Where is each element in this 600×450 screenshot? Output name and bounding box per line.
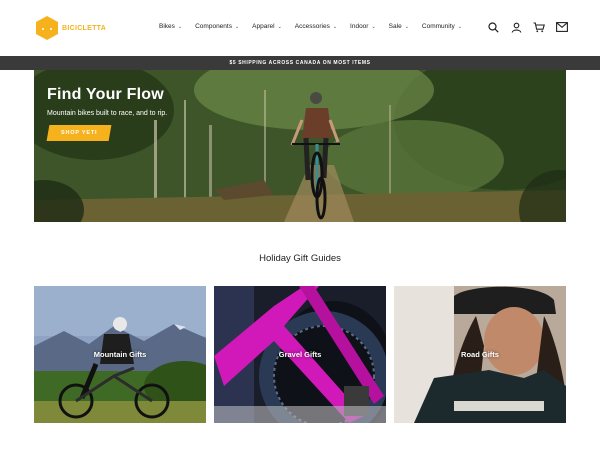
- logo-hex-icon: [36, 16, 58, 40]
- gift-card-road[interactable]: Road Gifts: [394, 286, 566, 423]
- chevron-down-icon: ⌄: [404, 23, 409, 30]
- nav-label: Bikes: [159, 23, 175, 30]
- chevron-down-icon: ⌄: [234, 23, 240, 30]
- brand-name: BICICLETTA: [62, 24, 107, 32]
- hero-title: Find Your Flow: [47, 86, 164, 103]
- road-gifts-label: Road Gifts: [461, 350, 499, 359]
- nav-item-indoor[interactable]: Indoor ⌄: [350, 23, 376, 30]
- nav-item-community[interactable]: Community ⌄: [422, 23, 462, 30]
- chevron-down-icon: ⌄: [457, 23, 462, 30]
- nav-item-apparel[interactable]: Apparel ⌄: [252, 23, 282, 30]
- hero-banner: Find Your Flow Mountain bikes built to r…: [34, 70, 566, 222]
- nav-label: Sale: [388, 23, 402, 30]
- gift-card-gravel[interactable]: Gravel Gifts: [214, 286, 386, 423]
- nav-label: Community: [421, 23, 455, 30]
- chevron-down-icon: ⌄: [371, 23, 376, 30]
- mail-icon[interactable]: [556, 21, 568, 33]
- shipping-banner[interactable]: $5 SHIPPING ACROSS CANADA ON MOST ITEMS: [0, 56, 600, 70]
- gift-guides-heading: Holiday Gift Guides: [259, 253, 341, 264]
- shop-yeti-button[interactable]: SHOP YETI: [46, 125, 112, 141]
- search-icon[interactable]: [487, 21, 499, 33]
- header-icons: [487, 21, 568, 33]
- main-nav: Bikes ⌄ Components ⌄ Apparel ⌄ Accessories ⌄…: [159, 23, 475, 30]
- nav-label: Components: [195, 23, 232, 30]
- nav-item-sale[interactable]: Sale ⌄: [389, 23, 409, 30]
- chevron-down-icon: ⌄: [177, 23, 183, 30]
- account-icon[interactable]: [510, 21, 522, 33]
- mountain-gifts-label: Mountain Gifts: [93, 350, 147, 359]
- nav-label: Indoor: [350, 23, 369, 30]
- hero-subtitle: Mountain bikes built to race, and to rip…: [47, 110, 168, 117]
- shop-yeti-label: SHOP YETI: [60, 130, 98, 136]
- nav-label: Apparel: [252, 23, 275, 30]
- cart-icon[interactable]: [533, 21, 545, 33]
- gravel-gifts-label: Gravel Gifts: [278, 350, 322, 359]
- nav-label: Accessories: [294, 23, 330, 30]
- site-header: BICICLETTA Bikes ⌄ Components ⌄ Apparel ⌄ A…: [0, 0, 600, 56]
- nav-item-components[interactable]: Components ⌄: [195, 23, 239, 30]
- chevron-down-icon: ⌄: [332, 23, 338, 30]
- chevron-down-icon: ⌄: [277, 23, 282, 30]
- brand-logo[interactable]: BICICLETTA: [35, 15, 106, 41]
- nav-item-accessories[interactable]: Accessories ⌄: [295, 23, 337, 30]
- gift-card-mountain[interactable]: Mountain Gifts: [34, 286, 206, 423]
- nav-item-bikes[interactable]: Bikes ⌄: [159, 23, 182, 30]
